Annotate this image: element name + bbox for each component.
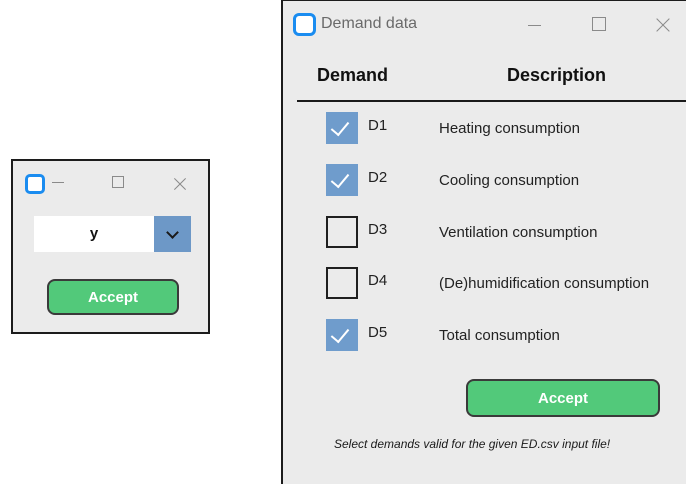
demand-code: D1 <box>368 117 388 134</box>
app-icon <box>25 174 45 194</box>
combobox-value[interactable]: y <box>34 216 154 252</box>
maximize-icon[interactable] <box>592 17 606 31</box>
demand-column-header: Demand <box>317 65 389 85</box>
small-dialog-window: y Accept <box>11 159 210 334</box>
demand-description: (De)humidification consumption <box>439 275 650 292</box>
demand-code: D2 <box>368 169 388 186</box>
demand-row: D2 Cooling consumption <box>283 161 686 201</box>
close-icon[interactable] <box>654 16 672 34</box>
demand-checkbox[interactable] <box>326 164 358 196</box>
demand-checkbox[interactable] <box>326 267 358 299</box>
title-bar: Demand data <box>283 1 686 49</box>
demand-code: D4 <box>368 272 388 289</box>
demand-data-window: Demand data Demand Description D1 Heating… <box>281 0 686 484</box>
accept-button[interactable]: Accept <box>466 379 660 417</box>
minimize-icon[interactable] <box>52 182 64 183</box>
demand-description: Heating consumption <box>439 120 580 137</box>
header-divider <box>297 100 686 102</box>
demand-checkbox[interactable] <box>326 319 358 351</box>
chevron-down-icon <box>166 225 179 239</box>
demand-row: D5 Total consumption <box>283 316 686 356</box>
demand-row: D1 Heating consumption <box>283 109 686 149</box>
demand-description: Ventilation consumption <box>439 224 598 241</box>
demand-code: D5 <box>368 324 388 341</box>
demand-code: D3 <box>368 221 388 238</box>
demand-checkbox[interactable] <box>326 112 358 144</box>
minimize-icon[interactable] <box>528 25 541 26</box>
description-column-header: Description <box>507 65 607 85</box>
demand-description: Cooling consumption <box>439 172 580 189</box>
demand-description: Total consumption <box>439 327 560 344</box>
checkmark-icon <box>330 116 350 137</box>
close-icon[interactable] <box>172 176 188 192</box>
checkmark-icon <box>330 323 350 344</box>
value-combobox[interactable]: y <box>34 216 191 252</box>
app-icon <box>293 13 316 36</box>
dropdown-button[interactable] <box>154 216 191 252</box>
accept-button[interactable]: Accept <box>47 279 179 315</box>
demand-row: D4 (De)humidification consumption <box>283 264 686 304</box>
demand-checkbox[interactable] <box>326 216 358 248</box>
checkmark-icon <box>330 168 350 189</box>
title-bar <box>13 161 208 203</box>
maximize-icon[interactable] <box>112 176 124 188</box>
instruction-note: Select demands valid for the given ED.cs… <box>334 437 611 451</box>
window-title: Demand data <box>321 15 418 32</box>
demand-row: D3 Ventilation consumption <box>283 213 686 253</box>
